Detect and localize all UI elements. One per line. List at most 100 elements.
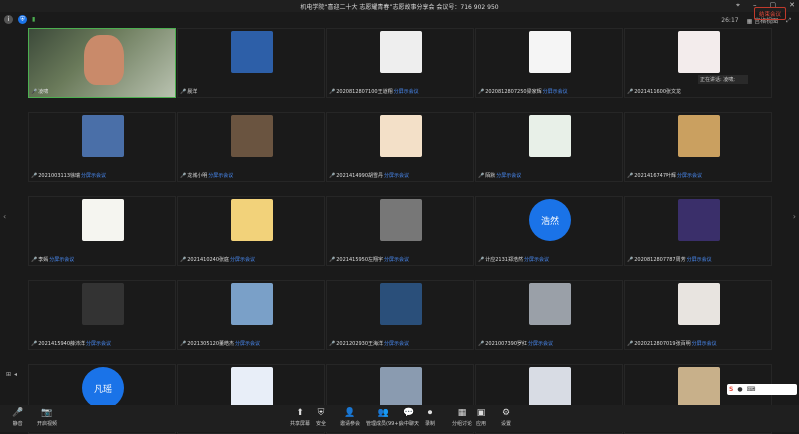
participant-name: 2021415940薛沛洋 xyxy=(38,341,86,347)
top-bar: i ⛨ ▮ 26:17 ▦ 宫格视图 ⤢ xyxy=(0,12,799,28)
mic-icon: 🎤 xyxy=(31,340,38,347)
breakout-button[interactable]: ▦ 分组讨论 xyxy=(452,408,472,427)
shield-icon[interactable]: ⛨ xyxy=(18,15,27,24)
participant-tag: 分屏示会议 xyxy=(523,257,549,263)
avatar-initials: 凡瑶 xyxy=(82,367,124,409)
share-button[interactable]: ⬆ 共享屏幕 xyxy=(290,408,310,427)
avatar xyxy=(380,367,422,409)
participant-tile[interactable]: 🎤 2021305120董皓杰 分屏示会议 xyxy=(177,280,325,350)
participant-tile[interactable]: 🎤 2021007390罗红 分屏示会议 xyxy=(475,280,623,350)
avatar xyxy=(678,367,720,409)
participant-tag: 分屏示会议 xyxy=(235,341,261,347)
participant-tile[interactable]: 🎤 2021003113徐瑞 分屏示会议 xyxy=(28,112,176,182)
fullscreen-icon[interactable]: ⤢ xyxy=(786,17,791,25)
share-icon: ⬆ xyxy=(296,408,304,418)
invite-button[interactable]: 👤 邀请参会 xyxy=(340,408,360,427)
mic-icon: 🎤 xyxy=(31,256,38,263)
participant-tile[interactable]: 🎤 凌啸 xyxy=(28,28,176,98)
mic-icon: 🎤 xyxy=(478,172,485,179)
chat-button[interactable]: 💬 会中聊天 xyxy=(399,408,419,427)
participant-tile[interactable]: 🎤 2021416747叶辉 分屏示会议 xyxy=(624,112,772,182)
participant-name: 2021416747叶辉 xyxy=(634,173,677,179)
invite-icon: 👤 xyxy=(344,408,356,418)
participant-name: 计应2131郑浩然 xyxy=(485,257,523,263)
participant-tile[interactable]: 🎤 李嫣 分屏示会议 xyxy=(28,196,176,266)
apps-button[interactable]: ▣ 应用 xyxy=(476,408,486,427)
mute-button[interactable]: 🎤 静音 xyxy=(12,408,23,427)
participant-tile[interactable]: 🎤 2021415950左翔宇 分屏示会议 xyxy=(326,196,474,266)
mic-icon: 🎤 xyxy=(329,88,336,95)
security-button[interactable]: ⛨ 安全 xyxy=(316,408,326,427)
participant-tile[interactable]: 🎤 龙城小明 分屏示会议 xyxy=(177,112,325,182)
participant-tag: 分屏示会议 xyxy=(384,173,410,179)
security-label: 安全 xyxy=(316,421,327,427)
participant-tag: 分屏示会议 xyxy=(686,257,712,263)
participant-tile[interactable]: 🎤 2020812807787周芳 分屏示会议 xyxy=(624,196,772,266)
participant-name: 2021414990胡雪丹 xyxy=(336,173,384,179)
participant-name-label: 🎤 李嫣 分屏示会议 xyxy=(31,256,74,264)
avatar xyxy=(82,199,124,241)
info-icon[interactable]: i xyxy=(4,15,13,24)
members-button[interactable]: 👥 管理成员(99+) xyxy=(366,408,400,427)
ime-keyboard-icon[interactable]: ⌨ xyxy=(747,386,756,393)
collapse-icon[interactable]: ◂ xyxy=(14,371,17,378)
participant-tag: 分屏示会议 xyxy=(542,89,568,95)
participant-tile[interactable]: 🎤 陌默 分屏示会议 xyxy=(475,112,623,182)
avatar xyxy=(380,199,422,241)
participant-name-label: 🎤 龙城小明 分屏示会议 xyxy=(180,172,233,180)
pin-icon[interactable]: ⌖ xyxy=(736,1,740,10)
participant-tile[interactable]: 🎤 2020812807100王道翔 分屏示会议 xyxy=(326,28,474,98)
participant-name: 2020812807250梁家辉 xyxy=(485,89,542,95)
record-button[interactable]: ⏺ 录制 xyxy=(425,408,435,427)
signal-icon[interactable]: ▮ xyxy=(32,16,35,23)
mic-icon: 🎤 xyxy=(31,88,38,95)
participant-tile[interactable]: 🎤 2021414990胡雪丹 分屏示会议 xyxy=(326,112,474,182)
mic-icon: 🎤 xyxy=(31,172,38,179)
end-meeting-button[interactable]: 结束会议 xyxy=(754,7,786,20)
mic-icon: 🎤 xyxy=(627,88,634,95)
avatar xyxy=(380,115,422,157)
participant-tile[interactable]: 🎤 晨洋 xyxy=(177,28,325,98)
participant-tile[interactable]: 🎤 2021415940薛沛洋 分屏示会议 xyxy=(28,280,176,350)
bottom-toolbar: 🎤 静音 📷 开启视频 ⬆ 共享屏幕 ⛨ 安全 👤 邀请参会 👥 管理成员(99+) 💬 会中聊天 ⏺ 录制 ▦… xyxy=(0,405,799,432)
participant-name: 陌默 xyxy=(485,173,496,179)
members-icon: 👥 xyxy=(377,408,389,418)
participant-tile[interactable]: 🎤 2021411600张文龙 xyxy=(624,28,772,98)
settings-button[interactable]: ⚙ 设置 xyxy=(501,408,511,427)
avatar xyxy=(529,283,571,325)
participant-name: 2021003113徐瑞 xyxy=(38,173,81,179)
prev-page-arrow[interactable]: ‹ xyxy=(3,212,6,221)
participant-name-label: 🎤 2021007390罗红 分屏示会议 xyxy=(478,340,553,348)
avatar xyxy=(82,283,124,325)
video-button[interactable]: 📷 开启视频 xyxy=(37,408,57,427)
apps-label: 应用 xyxy=(476,421,487,427)
participant-tile[interactable]: 🎤 2020212807019张百明 分屏示会议 xyxy=(624,280,772,350)
avatar xyxy=(231,199,273,241)
participant-name: 2021007390罗红 xyxy=(485,341,528,347)
participant-name: 2021202930王海洋 xyxy=(336,341,384,347)
participant-tile[interactable]: 🎤 2021202930王海洋 分屏示会议 xyxy=(326,280,474,350)
participant-tile[interactable]: 🎤 2020812807250梁家辉 分屏示会议 xyxy=(475,28,623,98)
avatar-initials: 浩然 xyxy=(529,199,571,241)
participant-name: 李嫣 xyxy=(38,257,49,263)
participant-name-label: 🎤 陌默 分屏示会议 xyxy=(478,172,522,180)
participant-name-label: 🎤 凌啸 xyxy=(31,88,48,96)
participant-name-label: 🎤 2021411600张文龙 xyxy=(627,88,682,96)
participant-tile[interactable]: 🎤 2021410240张庭 分屏示会议 xyxy=(177,196,325,266)
next-page-arrow[interactable]: › xyxy=(793,212,796,221)
participant-tag: 分屏示会议 xyxy=(496,173,522,179)
participant-tag: 分屏示会议 xyxy=(230,257,256,263)
members-label: 管理成员(99+) xyxy=(366,421,401,427)
ime-mic-icon[interactable]: ● xyxy=(737,386,742,393)
speaking-indicator: 正在讲话: 凌啸; xyxy=(698,75,748,84)
mic-icon: 🎤 xyxy=(180,256,187,263)
participant-name-label: 🎤 2021415940薛沛洋 分屏示会议 xyxy=(31,340,111,348)
avatar xyxy=(231,31,273,73)
participant-name-label: 🎤 2021202930王海洋 分屏示会议 xyxy=(329,340,409,348)
participant-tile[interactable]: 浩然 🎤 计应2131郑浩然 分屏示会议 xyxy=(475,196,623,266)
avatar xyxy=(529,31,571,73)
participant-name: 2021411600张文龙 xyxy=(634,89,682,95)
layout-icon[interactable]: ⊞ xyxy=(6,371,11,378)
ime-toolbar[interactable]: S ● ⌨ xyxy=(727,384,797,395)
close-icon[interactable]: ✕ xyxy=(789,1,795,10)
